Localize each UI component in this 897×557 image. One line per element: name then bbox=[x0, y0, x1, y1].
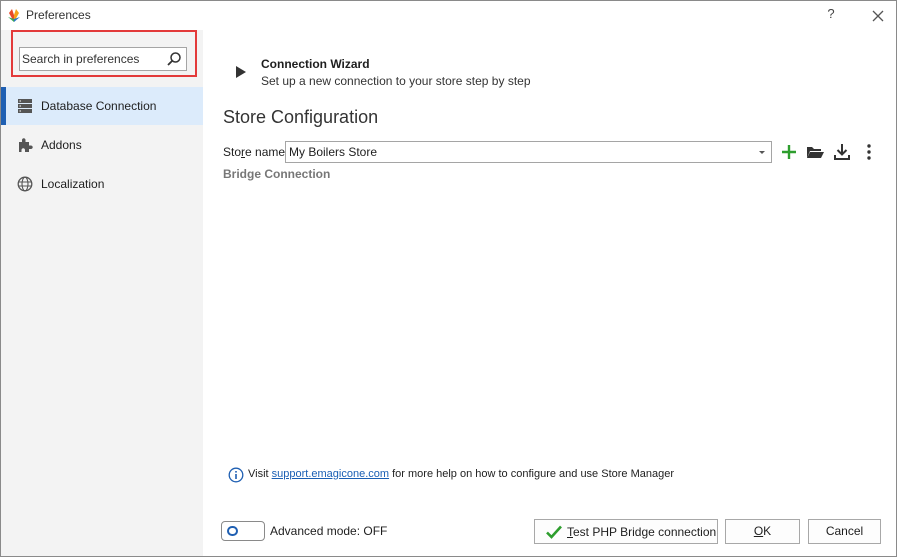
search-box[interactable] bbox=[19, 47, 187, 71]
store-name-select[interactable]: My Boilers Store bbox=[285, 141, 772, 163]
check-icon bbox=[546, 525, 562, 539]
advanced-mode-label: Advanced mode: OFF bbox=[270, 524, 388, 538]
search-input[interactable] bbox=[22, 50, 162, 68]
label-part: K bbox=[763, 524, 772, 538]
support-link[interactable]: support.emagicone.com bbox=[272, 468, 389, 480]
open-folder-icon[interactable] bbox=[805, 142, 825, 162]
more-options-icon[interactable] bbox=[859, 142, 879, 162]
store-name-value: My Boilers Store bbox=[289, 145, 378, 159]
toggle-knob bbox=[227, 526, 238, 536]
puzzle-icon bbox=[19, 138, 33, 152]
help-info-line: Visit support.emagicone.com for more hel… bbox=[228, 466, 828, 484]
test-button-label: Test PHP Bridge connection bbox=[567, 525, 716, 539]
title-bar: Preferences ? bbox=[1, 1, 896, 30]
sidebar-item-label: Database Connection bbox=[41, 99, 157, 113]
sidebar-item-database-connection[interactable]: Database Connection bbox=[1, 87, 203, 125]
bridge-connection-label: Bridge Connection bbox=[223, 167, 331, 181]
sidebar-item-addons[interactable]: Addons bbox=[1, 126, 203, 164]
test-php-bridge-button[interactable]: Test PHP Bridge connection bbox=[534, 519, 718, 544]
chevron-down-icon[interactable] bbox=[758, 150, 766, 156]
store-name-label: Store name bbox=[223, 145, 285, 159]
section-title: Store Configuration bbox=[223, 107, 379, 127]
close-icon[interactable] bbox=[869, 7, 887, 25]
connection-wizard-title[interactable]: Connection Wizard bbox=[261, 57, 370, 71]
help-button[interactable]: ? bbox=[823, 6, 839, 24]
sidebar-item-label: Addons bbox=[41, 138, 82, 152]
app-logo-icon bbox=[8, 9, 20, 22]
add-store-icon[interactable] bbox=[779, 142, 799, 162]
active-indicator bbox=[1, 87, 6, 125]
globe-icon bbox=[17, 176, 33, 192]
label-part: est PHP Bridge connection bbox=[573, 525, 717, 539]
label-accelerator: O bbox=[753, 524, 764, 538]
sidebar-item-localization[interactable]: Localization bbox=[1, 165, 203, 203]
info-icon bbox=[228, 467, 244, 483]
sidebar: Database Connection Addons Localization bbox=[1, 30, 203, 556]
main-panel: Connection Wizard Set up a new connectio… bbox=[203, 30, 896, 556]
info-prefix: Visit bbox=[248, 468, 272, 480]
preferences-window: Preferences ? Database Conne bbox=[0, 0, 897, 557]
play-icon[interactable] bbox=[235, 65, 247, 79]
window-title: Preferences bbox=[26, 8, 91, 22]
ok-button[interactable]: OK bbox=[725, 519, 800, 544]
cancel-button[interactable]: Cancel bbox=[808, 519, 881, 544]
label-part: e name bbox=[245, 145, 286, 159]
label-part: Sto bbox=[223, 145, 242, 159]
download-icon[interactable] bbox=[832, 142, 852, 162]
advanced-mode-toggle[interactable] bbox=[221, 521, 265, 541]
connection-wizard-description: Set up a new connection to your store st… bbox=[261, 74, 531, 88]
sidebar-item-label: Localization bbox=[41, 177, 105, 191]
database-icon bbox=[18, 99, 32, 113]
help-info-text: Visit support.emagicone.com for more hel… bbox=[248, 468, 674, 480]
search-icon[interactable] bbox=[166, 51, 182, 67]
info-suffix: for more help on how to configure and us… bbox=[389, 468, 674, 480]
